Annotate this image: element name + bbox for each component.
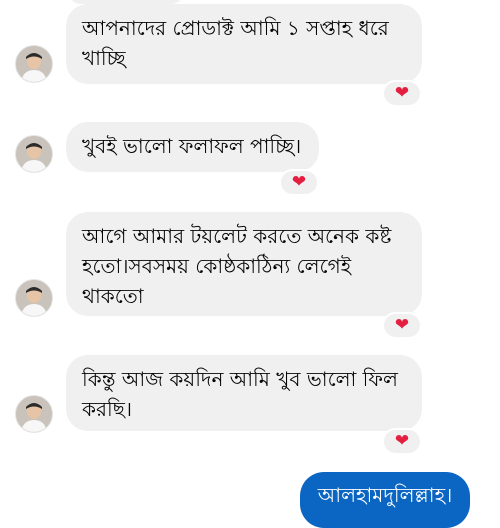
message-text: কিন্তু আজ কয়দিন আমি খুব ভালো ফিল xyxy=(82,367,398,391)
message-bubble[interactable]: আগে আমার টয়লেট করতে অনেক কষ্ট হতো।সবসময… xyxy=(66,212,422,316)
sender-avatar[interactable] xyxy=(15,395,53,433)
reaction-badge[interactable]: ❤ xyxy=(382,312,422,339)
heart-icon: ❤ xyxy=(394,83,410,103)
message-text: থাকতো xyxy=(82,284,144,308)
heart-icon: ❤ xyxy=(394,431,410,451)
reaction-badge[interactable]: ❤ xyxy=(279,169,319,196)
heart-icon: ❤ xyxy=(291,172,307,192)
reaction-badge[interactable]: ❤ xyxy=(382,428,422,455)
message-text: আগে আমার টয়লেট করতে অনেক কষ্ট xyxy=(82,224,392,248)
message-bubble[interactable]: আপনাদের প্রোডাক্ট আমি ১ সপ্তাহ ধরে খাচ্ছ… xyxy=(66,4,422,84)
message-bubble[interactable]: খুবই ভালো ফলাফল পাচ্ছি। xyxy=(66,122,319,172)
message-text: করছি। xyxy=(82,397,132,421)
message-text: হতো।সবসময় কোষ্ঠকাঠিন্য লেগেই xyxy=(82,254,352,278)
message-text: খুবই ভালো ফলাফল পাচ্ছি। xyxy=(82,134,302,158)
outgoing-message-bubble[interactable]: আলহামদুলিল্লাহ। xyxy=(300,472,470,528)
message-text: আলহামদুলিল্লাহ। xyxy=(317,483,453,507)
message-bubble[interactable]: কিন্তু আজ কয়দিন আমি খুব ভালো ফিল করছি। xyxy=(66,355,422,431)
message-text: খাচ্ছি xyxy=(82,46,126,70)
sender-avatar[interactable] xyxy=(15,279,53,317)
message-text: আপনাদের প্রোডাক্ট আমি ১ সপ্তাহ ধরে xyxy=(82,16,389,40)
reaction-badge[interactable]: ❤ xyxy=(382,80,422,107)
heart-icon: ❤ xyxy=(394,315,410,335)
sender-avatar[interactable] xyxy=(15,135,53,173)
sender-avatar[interactable] xyxy=(15,45,53,83)
